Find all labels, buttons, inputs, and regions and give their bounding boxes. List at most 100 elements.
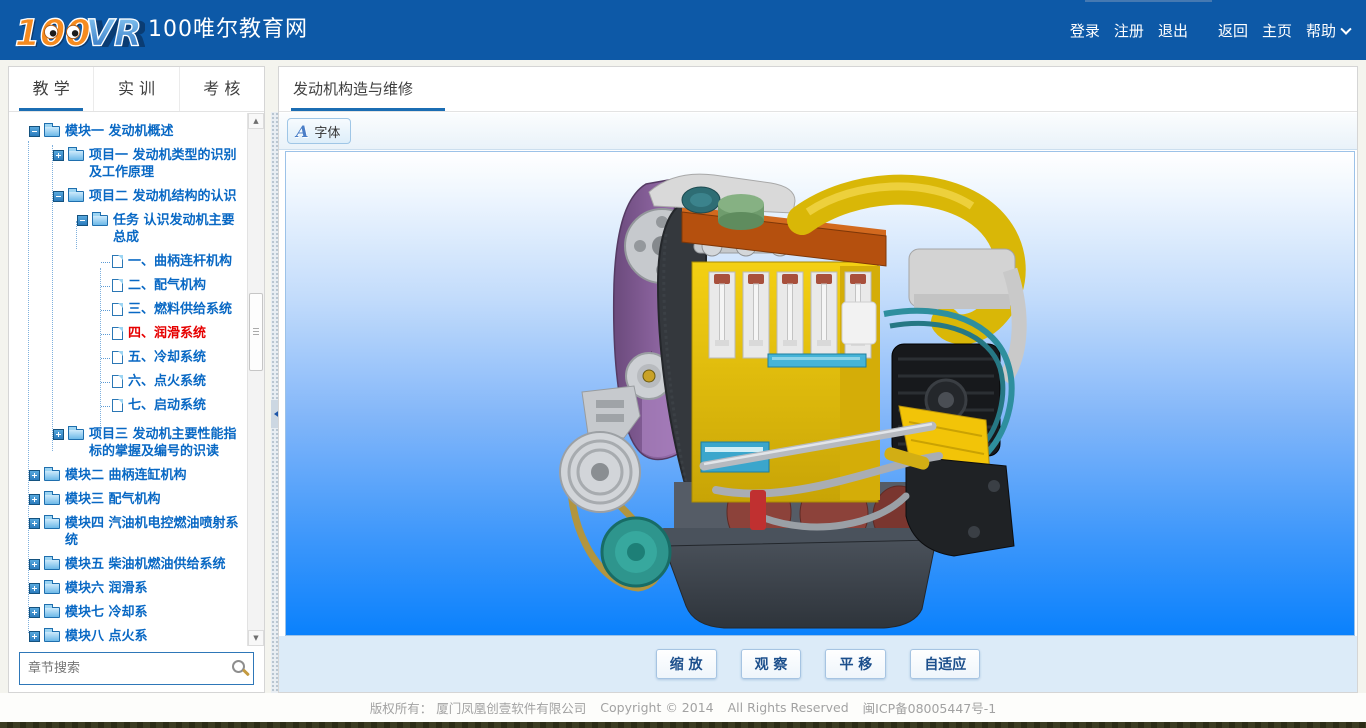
tab-teaching[interactable]: 教 学	[9, 67, 94, 111]
tree-leaf[interactable]: 六、点火系统	[15, 373, 245, 390]
sidebar-tabs: 教 学 实 训 考 核	[9, 67, 264, 112]
tree-connector	[101, 358, 110, 359]
footer-owner: 版权所有： 厦门凤凰创壹软件有限公司	[370, 698, 586, 717]
svg-text:VR: VR	[86, 11, 142, 53]
tree-node-label[interactable]: 模块二 曲柄连缸机构	[65, 467, 245, 484]
tree-leaf-label[interactable]: 三、燃料供给系统	[128, 301, 245, 318]
tree-node-label[interactable]: 项目二 发动机结构的认识	[89, 188, 245, 205]
tree-leaf[interactable]: 一、曲柄连杆机构	[15, 253, 245, 270]
expand-icon[interactable]	[29, 631, 40, 642]
expand-icon[interactable]	[29, 559, 40, 570]
footer: 版权所有： 厦门凤凰创壹软件有限公司 Copyright © 2014 All …	[0, 693, 1366, 722]
collapse-icon[interactable]	[77, 215, 88, 226]
tree-node[interactable]: 项目三 发动机主要性能指标的掌握及编号的识读	[15, 426, 245, 460]
tree-leaf[interactable]: 五、冷却系统	[15, 349, 245, 366]
tree-node-label[interactable]: 模块三 配气机构	[65, 491, 245, 508]
tree-leaf-label[interactable]: 五、冷却系统	[128, 349, 245, 366]
tree-leaf-label[interactable]: 六、点火系统	[128, 373, 245, 390]
nav-login[interactable]: 登录	[1070, 20, 1100, 41]
tree-node-label[interactable]: 模块七 冷却系	[65, 604, 245, 621]
tree-connector	[101, 310, 110, 311]
scroll-down-icon[interactable]: ▼	[248, 630, 264, 646]
font-button[interactable]: A 字体	[287, 118, 351, 144]
folder-icon	[92, 215, 108, 226]
expand-icon[interactable]	[29, 518, 40, 529]
folder-icon	[44, 518, 60, 529]
scroll-up-icon[interactable]: ▲	[248, 113, 264, 129]
tab-course-title[interactable]: 发动机构造与维修	[293, 67, 413, 111]
footer-icp: 闽ICP备08005447号-1	[863, 698, 997, 717]
tree-node-label[interactable]: 模块一 发动机概述	[65, 123, 245, 140]
chevron-down-icon	[1340, 23, 1351, 34]
document-icon	[112, 327, 123, 340]
tree-node[interactable]: 项目一 发动机类型的识别及工作原理	[15, 147, 245, 181]
document-icon	[112, 351, 123, 364]
pan-button[interactable]: 平 移	[825, 649, 886, 679]
tree-node-label[interactable]: 项目一 发动机类型的识别及工作原理	[89, 147, 245, 181]
folder-icon	[44, 126, 60, 137]
expand-icon[interactable]	[29, 583, 40, 594]
chapter-search-row	[9, 646, 264, 692]
collapse-icon[interactable]	[53, 191, 64, 202]
tree-leaf-label[interactable]: 一、曲柄连杆机构	[128, 253, 245, 270]
tree-node-label[interactable]: 模块六 润滑系	[65, 580, 245, 597]
site-logo[interactable]: 100VR 100 VR	[10, 7, 145, 53]
tree-leaf[interactable]: 四、润滑系统	[15, 325, 245, 342]
tree-leaf-label[interactable]: 二、配气机构	[128, 277, 245, 294]
tree-node-label[interactable]: 模块四 汽油机电控燃油喷射系统	[65, 515, 245, 549]
tree-node[interactable]: 模块三 配气机构	[15, 491, 245, 508]
fit-button[interactable]: 自适应	[910, 649, 980, 679]
tab-training[interactable]: 实 训	[94, 67, 179, 111]
collapse-icon[interactable]	[29, 126, 40, 137]
tree-node[interactable]: 模块七 冷却系	[15, 604, 245, 621]
folder-icon	[44, 559, 60, 570]
viewer-canvas-3d[interactable]	[285, 151, 1355, 636]
folder-icon	[44, 631, 60, 642]
folder-icon	[44, 494, 60, 505]
tree-leaf-label-selected[interactable]: 四、润滑系统	[128, 325, 245, 342]
tree-leaf-label[interactable]: 七、启动系统	[128, 397, 245, 414]
search-input[interactable]	[28, 653, 213, 684]
nav-help[interactable]: 帮助	[1306, 20, 1350, 41]
tree-node-label[interactable]: 模块五 柴油机燃油供给系统	[65, 556, 245, 573]
search-icon[interactable]	[232, 660, 245, 673]
tree-leaf[interactable]: 二、配气机构	[15, 277, 245, 294]
tree-node[interactable]: 模块一 发动机概述	[15, 123, 245, 140]
expand-icon[interactable]	[53, 150, 64, 161]
nav-back[interactable]: 返回	[1218, 20, 1248, 41]
tree-node-label[interactable]: 任务 认识发动机主要总成	[113, 212, 245, 246]
tree-node[interactable]: 模块五 柴油机燃油供给系统	[15, 556, 245, 573]
tree-node[interactable]: 模块八 点火系	[15, 628, 245, 645]
content-tabbar: 发动机构造与维修	[279, 67, 1357, 112]
tree-scrollbar[interactable]: ▲ ▼	[247, 113, 264, 646]
viewer-toolbar: A 字体	[279, 113, 1357, 150]
nav-logout[interactable]: 退出	[1158, 20, 1188, 41]
nav-register[interactable]: 注册	[1114, 20, 1144, 41]
tree-node[interactable]: 任务 认识发动机主要总成	[15, 212, 245, 246]
tree-node[interactable]: 项目二 发动机结构的认识	[15, 188, 245, 205]
tree-leaf[interactable]: 七、启动系统	[15, 397, 245, 414]
scrollbar-thumb[interactable]	[249, 293, 263, 371]
document-icon	[112, 279, 123, 292]
tree-connector	[101, 334, 110, 335]
tree-node[interactable]: 模块四 汽油机电控燃油喷射系统	[15, 515, 245, 549]
font-icon: A	[296, 122, 308, 141]
tree-node[interactable]: 模块六 润滑系	[15, 580, 245, 597]
expand-icon[interactable]	[53, 429, 64, 440]
folder-icon	[68, 191, 84, 202]
tree-node-label[interactable]: 项目三 发动机主要性能指标的掌握及编号的识读	[89, 426, 245, 460]
expand-icon[interactable]	[29, 607, 40, 618]
tree-leaf[interactable]: 三、燃料供给系统	[15, 301, 245, 318]
zoom-button[interactable]: 缩 放	[656, 649, 717, 679]
tree-node-label[interactable]: 模块八 点火系	[65, 628, 245, 645]
sidebar: 教 学 实 训 考 核 模块一 发动机概述 项目一 发动机类型的识别及工作原理 …	[8, 66, 265, 693]
header: 100VR 100 VR 100唯尔教育网 登录 注册 退出 返回 主页 帮助	[0, 0, 1366, 60]
expand-icon[interactable]	[29, 494, 40, 505]
observe-button[interactable]: 观 察	[741, 649, 802, 679]
footer-copyright: Copyright © 2014	[600, 700, 713, 715]
expand-icon[interactable]	[29, 470, 40, 481]
tab-assessment[interactable]: 考 核	[180, 67, 264, 111]
tree-connector	[101, 382, 110, 383]
nav-home[interactable]: 主页	[1262, 20, 1292, 41]
tree-node[interactable]: 模块二 曲柄连缸机构	[15, 467, 245, 484]
